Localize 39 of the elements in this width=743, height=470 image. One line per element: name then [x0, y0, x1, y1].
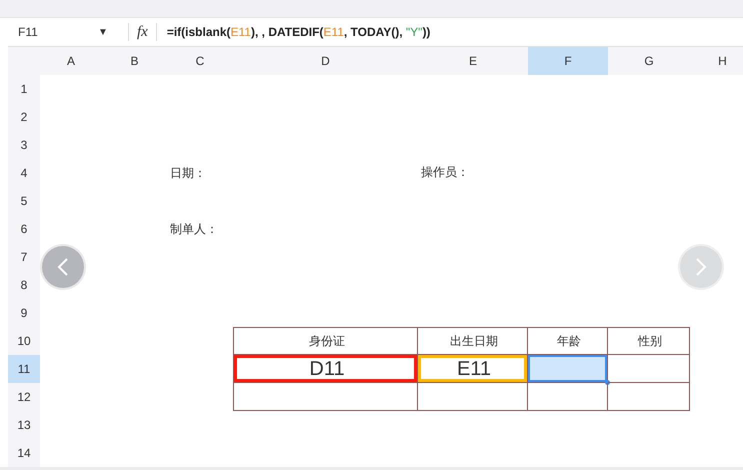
column-header[interactable]: C	[167, 47, 233, 75]
previous-button[interactable]	[42, 246, 84, 288]
row-header[interactable]: 5	[8, 187, 40, 215]
row-header[interactable]: 1	[8, 75, 40, 103]
row-header[interactable]: 6	[8, 215, 40, 243]
function-label: fx	[137, 22, 148, 42]
row-header[interactable]: 2	[8, 103, 40, 131]
row-header[interactable]: 14	[8, 439, 40, 467]
formula-input[interactable]: =if(isblank(E11), , DATEDIF(E11, TODAY(), "Y"))	[166, 23, 430, 41]
table-cell: 身份证	[233, 327, 418, 355]
column-header[interactable]: A	[40, 47, 102, 75]
row-header[interactable]: 3	[8, 131, 40, 159]
table-cell: 性别	[608, 327, 690, 355]
row-header[interactable]: 9	[8, 299, 40, 327]
next-button[interactable]	[680, 246, 722, 288]
chevron-right-icon	[695, 257, 707, 277]
table-cell: D11	[233, 355, 418, 383]
row-header[interactable]: 7	[8, 243, 40, 271]
chevron-left-icon	[57, 257, 69, 277]
cell-text: 日期：	[169, 165, 207, 182]
column-header[interactable]: D	[233, 47, 418, 75]
table-cell: 出生日期	[418, 327, 528, 355]
row-header[interactable]: 12	[8, 383, 40, 411]
row-header[interactable]: 10	[8, 327, 40, 355]
row-header[interactable]: 4	[8, 159, 40, 187]
fill-handle[interactable]	[605, 380, 610, 385]
column-header[interactable]: H	[690, 47, 743, 75]
row-header[interactable]: 8	[8, 271, 40, 299]
dropdown-button[interactable]: ▼	[98, 24, 128, 40]
row-header[interactable]: 13	[8, 411, 40, 439]
column-header[interactable]: E	[418, 47, 528, 75]
cell-text: 制单人：	[169, 221, 219, 238]
table-cell: E11	[418, 355, 528, 383]
cell-text: 操作员：	[420, 164, 470, 181]
name-box[interactable]: F11	[8, 23, 98, 41]
row-header[interactable]: 11	[8, 355, 40, 383]
column-header[interactable]: G	[608, 47, 690, 75]
column-header[interactable]: B	[102, 47, 167, 75]
column-header[interactable]: F	[528, 47, 608, 75]
